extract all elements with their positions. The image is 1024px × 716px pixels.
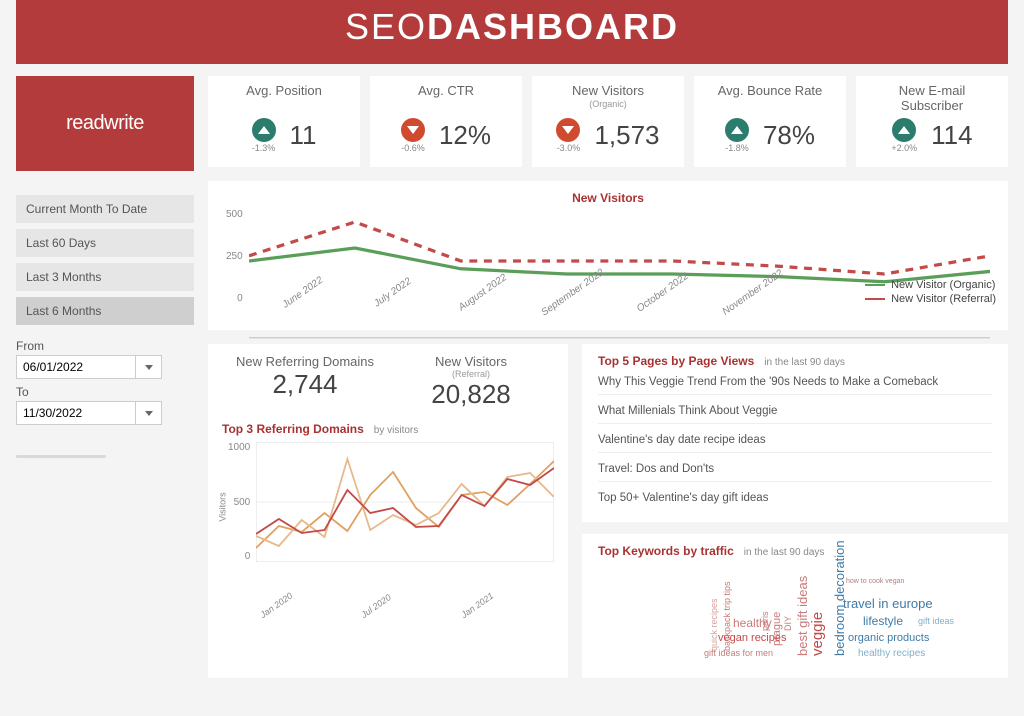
keyword-tag[interactable]: lifestyle — [863, 614, 903, 628]
trend-down-icon — [556, 118, 580, 142]
page-item[interactable]: Why This Veggie Trend From the '90s Need… — [598, 376, 992, 395]
trend-up-icon — [252, 118, 276, 142]
brand-logo: readwrite — [16, 76, 194, 171]
top-keywords-panel: Top Keywords by traffic in the last 90 da… — [582, 534, 1008, 678]
visitors-legend: New Visitor (Organic) New Visitor (Refer… — [865, 279, 996, 307]
trend-up-icon — [892, 118, 916, 142]
legend-organic: New Visitor (Organic) — [891, 279, 995, 291]
top-pages-title: Top 5 Pages by Page Views — [598, 354, 754, 368]
brand-name: readwrite — [66, 112, 144, 134]
sidebar: readwrite Current Month To Date Last 60 … — [16, 76, 194, 678]
top3-ylabel: Visitors — [218, 492, 228, 521]
keyword-tag[interactable]: quick recipes — [709, 598, 719, 651]
top-pages-list: Why This Veggie Trend From the '90s Need… — [598, 376, 992, 510]
ref-domains-value: 2,744 — [222, 369, 388, 400]
sidebar-divider — [16, 455, 106, 458]
date-range-list: Current Month To Date Last 60 Days Last … — [16, 195, 194, 325]
range-btn-current[interactable]: Current Month To Date — [16, 195, 194, 223]
page-item[interactable]: Travel: Dos and Don'ts — [598, 463, 992, 482]
referring-panel: New Referring Domains 2,744 New Visitors… — [208, 344, 568, 678]
chevron-down-icon — [145, 411, 153, 416]
visitors-yaxis: 500 250 0 — [226, 209, 249, 304]
keyword-wordcloud: travel in europe lifestyle gift ideas organ… — [598, 566, 992, 666]
kpi-title: Avg. Position — [246, 83, 322, 98]
keyword-tag[interactable]: DIY — [783, 616, 793, 631]
trend-down-icon — [401, 118, 425, 142]
top3-line-chart — [256, 442, 554, 562]
kpi-row: Avg. Position -1.3% 11 Avg. CTR -0.6% 12… — [208, 76, 1008, 167]
banner-title-light: SEO — [345, 6, 427, 47]
kpi-subtitle: (Organic) — [542, 99, 674, 109]
range-btn-6months[interactable]: Last 6 Months — [16, 297, 194, 325]
keyword-tag[interactable]: best gift ideas — [795, 576, 810, 656]
ref-visitors-label: New Visitors — [435, 354, 507, 369]
kpi-delta: -1.8% — [725, 144, 749, 153]
kpi-bounce-rate: Avg. Bounce Rate -1.8% 78% — [694, 76, 846, 167]
keyword-tag[interactable]: backpack trip tips — [722, 581, 732, 651]
kpi-value: 12% — [439, 120, 491, 151]
kpi-delta: -0.6% — [401, 144, 425, 153]
trend-up-icon — [725, 118, 749, 142]
kpi-value: 78% — [763, 120, 815, 151]
kpi-value: 1,573 — [594, 120, 659, 151]
keyword-tag[interactable]: gift ideas — [918, 616, 954, 626]
keyword-tag[interactable]: healthy recipes — [858, 648, 925, 659]
kpi-delta: -3.0% — [557, 144, 581, 153]
header-banner: SEODASHBOARD — [16, 0, 1008, 64]
kpi-value: 114 — [931, 120, 972, 151]
top-pages-note: in the last 90 days — [764, 357, 845, 368]
kpi-new-visitors: New Visitors(Organic) -3.0% 1,573 — [532, 76, 684, 167]
from-label: From — [16, 339, 194, 353]
banner-title-bold: DASHBOARD — [427, 6, 679, 47]
ref-visitors-value: 20,828 — [388, 379, 554, 410]
kpi-email-subscriber: New E-mail Subscriber +2.0% 114 — [856, 76, 1008, 167]
keyword-tag[interactable]: healthy — [733, 616, 772, 630]
keyword-tag[interactable]: bedroom decoration — [832, 540, 847, 656]
kpi-avg-ctr: Avg. CTR -0.6% 12% — [370, 76, 522, 167]
chevron-down-icon — [145, 365, 153, 370]
top3-chart: Visitors 1000 500 0 Jan 2020 — [222, 442, 554, 592]
to-date-dropdown[interactable] — [136, 401, 162, 425]
ref-domains-label: New Referring Domains — [222, 354, 388, 369]
kpi-title: Avg. CTR — [418, 83, 474, 98]
page-item[interactable]: Valentine's day date recipe ideas — [598, 434, 992, 453]
kpi-value: 11 — [290, 120, 317, 151]
kpi-title: New E-mail Subscriber — [899, 83, 965, 113]
top-keywords-note: in the last 90 days — [744, 547, 825, 558]
visitors-chart-title: New Visitors — [226, 191, 990, 205]
top3-title: Top 3 Referring Domains — [222, 422, 364, 436]
page-item[interactable]: Top 50+ Valentine's day gift ideas — [598, 492, 992, 510]
range-btn-3months[interactable]: Last 3 Months — [16, 263, 194, 291]
keyword-tag[interactable]: how to cook vegan — [846, 578, 904, 585]
top-pages-panel: Top 5 Pages by Page Views in the last 90 … — [582, 344, 1008, 522]
to-date-input[interactable] — [16, 401, 136, 425]
ref-visitors-sub: (Referral) — [388, 369, 554, 379]
keyword-tag[interactable]: organic products — [848, 632, 929, 644]
to-label: To — [16, 385, 194, 399]
top3-note: by visitors — [374, 425, 418, 436]
top-keywords-title: Top Keywords by traffic — [598, 544, 734, 558]
kpi-title: Avg. Bounce Rate — [718, 83, 823, 98]
keyword-tag[interactable]: travel in europe — [843, 596, 933, 611]
main-content: Avg. Position -1.3% 11 Avg. CTR -0.6% 12… — [208, 76, 1008, 678]
keyword-tag[interactable]: veggie — [809, 612, 826, 656]
kpi-delta: -1.3% — [252, 144, 276, 153]
from-date-dropdown[interactable] — [136, 355, 162, 379]
kpi-title: New Visitors — [572, 83, 644, 98]
kpi-delta: +2.0% — [891, 144, 917, 153]
kpi-avg-position: Avg. Position -1.3% 11 — [208, 76, 360, 167]
from-date-input[interactable] — [16, 355, 136, 379]
new-visitors-panel: New Visitors 500 250 0 New Visitor (Orga… — [208, 181, 1008, 330]
legend-referral: New Visitor (Referral) — [891, 293, 996, 305]
range-btn-60days[interactable]: Last 60 Days — [16, 229, 194, 257]
page-item[interactable]: What Millenials Think About Veggie — [598, 405, 992, 424]
